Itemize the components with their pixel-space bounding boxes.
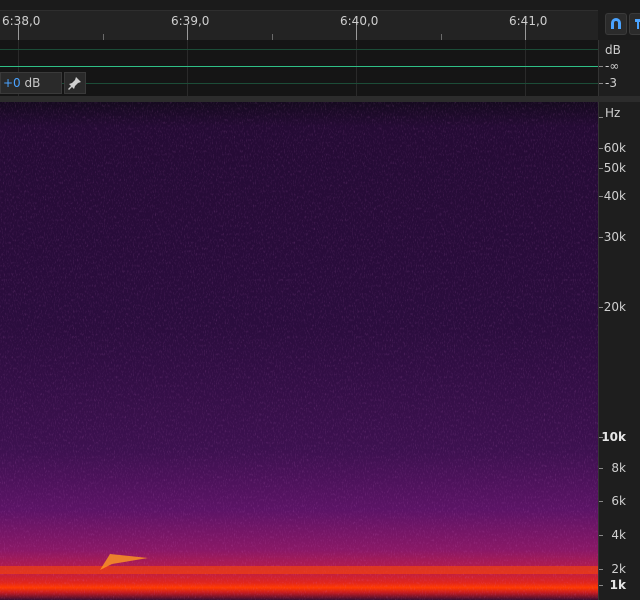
gain-unit: dB bbox=[24, 76, 41, 90]
spectrogram-image bbox=[0, 102, 598, 600]
waveform-track[interactable] bbox=[0, 40, 598, 96]
gain-value: +0 bbox=[3, 76, 21, 90]
frequency-tick bbox=[599, 437, 603, 438]
frequency-tick bbox=[599, 237, 603, 238]
frequency-tick bbox=[599, 168, 603, 169]
spectrogram-view[interactable] bbox=[0, 102, 598, 600]
frequency-tick bbox=[599, 148, 603, 149]
frequency-tick bbox=[599, 501, 603, 502]
frequency-label: 1k bbox=[609, 578, 626, 592]
amplitude-scale: dB -∞ -3 bbox=[598, 40, 640, 96]
timeline-label: 6:38,0 bbox=[2, 14, 41, 28]
timeline-major-tick bbox=[525, 25, 526, 41]
frequency-label: 8k bbox=[611, 461, 626, 475]
amplitude-label: -∞ bbox=[605, 59, 620, 73]
timeline-major-tick bbox=[18, 25, 19, 41]
waveform-reference-line bbox=[0, 83, 598, 84]
timeline-label: 6:41,0 bbox=[509, 14, 548, 28]
timeline-major-tick bbox=[187, 25, 188, 41]
amplitude-label: -3 bbox=[605, 76, 617, 90]
timeline-major-tick bbox=[356, 25, 357, 41]
frequency-label: 2k bbox=[611, 562, 626, 576]
frequency-label: 30k bbox=[603, 230, 626, 244]
frequency-label: 50k bbox=[603, 161, 626, 175]
frequency-label: 4k bbox=[611, 528, 626, 542]
timeline-ruler[interactable]: 6:38,0 6:39,0 6:40,0 6:41,0 bbox=[0, 10, 598, 41]
frequency-label: 40k bbox=[603, 189, 626, 203]
waveform-signal-line bbox=[0, 66, 598, 67]
toolbar-overflow-button[interactable] bbox=[629, 13, 640, 35]
gain-display[interactable]: +0 dB bbox=[0, 72, 62, 94]
frequency-tick bbox=[599, 468, 603, 469]
timeline-label: 6:39,0 bbox=[171, 14, 210, 28]
frequency-tick bbox=[599, 585, 603, 586]
pin-icon bbox=[68, 77, 81, 90]
amplitude-unit: dB bbox=[605, 43, 621, 57]
frequency-tick bbox=[599, 307, 603, 308]
amplitude-tick bbox=[599, 66, 603, 67]
pin-button[interactable] bbox=[64, 72, 86, 94]
magnet-snap-button[interactable] bbox=[605, 13, 627, 35]
frequency-label: 20k bbox=[603, 300, 626, 314]
frequency-tick bbox=[599, 196, 603, 197]
frequency-label: 6k bbox=[611, 494, 626, 508]
waveform-reference-line bbox=[0, 49, 598, 50]
magnet-icon bbox=[611, 18, 621, 29]
tool-icon bbox=[635, 19, 640, 29]
frequency-scale: Hz 60k 50k 40k 30k 20k 10k 8k 6k 4k 2k 1… bbox=[598, 102, 640, 600]
frequency-label: 60k bbox=[603, 141, 626, 155]
frequency-unit: Hz bbox=[605, 106, 621, 120]
timeline-label: 6:40,0 bbox=[340, 14, 379, 28]
frequency-tick bbox=[599, 569, 603, 570]
frequency-label: 10k bbox=[601, 430, 626, 444]
amplitude-tick bbox=[599, 83, 603, 84]
frequency-tick bbox=[599, 535, 603, 536]
frequency-tick bbox=[599, 117, 603, 118]
